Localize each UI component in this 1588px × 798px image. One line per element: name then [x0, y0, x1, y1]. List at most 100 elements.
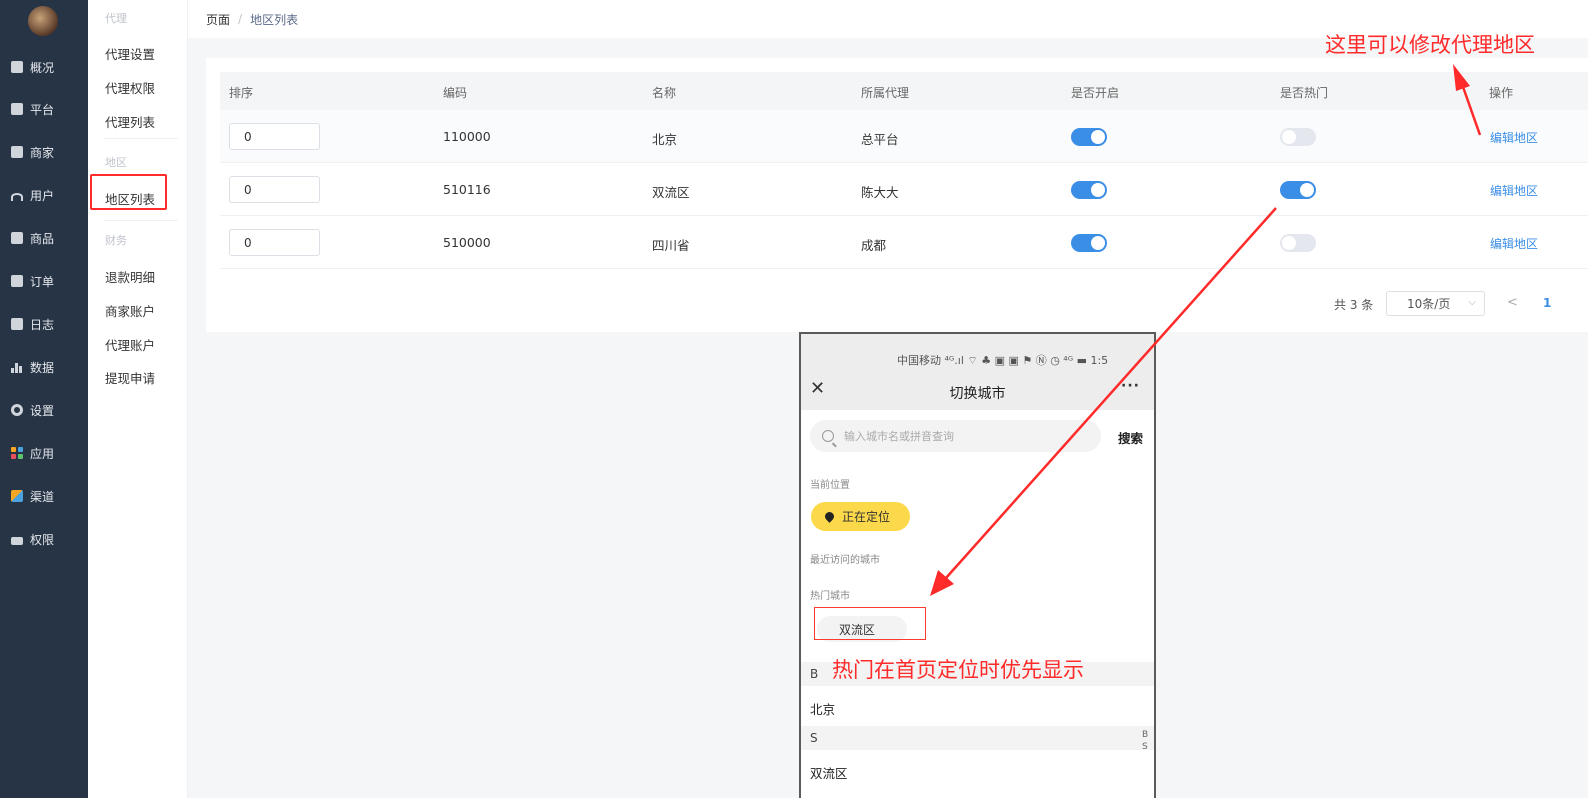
submenu-item-refund-detail[interactable]: 退款明细 [105, 267, 155, 286]
submenu-divider [104, 220, 178, 221]
hot-toggle[interactable] [1280, 181, 1316, 199]
mobile-preview: 中国移动 ⁴ᴳ.ıl ⌔ ♣ ▣ ▣ ⚑ Ⓝ ◷ ⁴ᴳ ▬ 1:5 ✕ 切换城市… [799, 332, 1156, 798]
hot-city-highlight-box [814, 607, 926, 640]
sidebar-item-label: 数据 [30, 360, 55, 375]
region-agent: 总平台 [861, 132, 899, 147]
user-icon [11, 193, 23, 201]
pagination-page-button[interactable]: 1 [1543, 296, 1551, 310]
locating-button[interactable]: 正在定位 [811, 502, 910, 531]
city-search-placeholder: 输入城市名或拼音查询 [844, 430, 954, 443]
page-size-select[interactable]: 10条/页 ⌵ [1386, 291, 1485, 316]
sidebar-item-overview[interactable]: 概况 [0, 52, 88, 82]
alphabet-index-item[interactable]: B [1142, 730, 1148, 741]
edit-region-link[interactable]: 编辑地区 [1490, 182, 1538, 199]
enabled-toggle[interactable] [1071, 234, 1107, 252]
sidebar-item-merchant[interactable]: 商家 [0, 137, 88, 167]
order-icon [11, 275, 23, 287]
locating-label: 正在定位 [842, 510, 891, 524]
city-search-input[interactable]: 输入城市名或拼音查询 [810, 420, 1101, 452]
recent-cities-label: 最近访问的城市 [810, 555, 880, 566]
gear-icon [11, 404, 23, 416]
chart-icon [11, 361, 23, 373]
pagination-prev-button[interactable]: < [1507, 295, 1518, 310]
hot-cities-label: 热门城市 [810, 591, 850, 602]
column-header-sort: 排序 [229, 86, 254, 100]
breadcrumb-separator: / [238, 12, 243, 26]
chevron-down-icon: ⌵ [1468, 297, 1476, 308]
submenu-item-agent-list[interactable]: 代理列表 [105, 112, 155, 131]
sidebar-item-order[interactable]: 订单 [0, 266, 88, 296]
enabled-toggle[interactable] [1071, 181, 1107, 199]
edit-region-link[interactable]: 编辑地区 [1490, 235, 1538, 252]
city-section-header: S [801, 726, 1154, 750]
breadcrumb-root[interactable]: 页面 [206, 11, 230, 28]
sidebar-item-label: 应用 [30, 446, 55, 461]
column-header-name: 名称 [652, 86, 677, 100]
page-size-value: 10条/页 [1407, 297, 1451, 311]
mobile-page-title: 切换城市 [949, 386, 1006, 402]
region-code: 510116 [443, 182, 491, 197]
submenu-item-merchant-account[interactable]: 商家账户 [105, 301, 155, 320]
row-divider [220, 268, 1588, 269]
annotation-edit-agent-region: 这里可以修改代理地区 [1325, 33, 1535, 57]
submenu-divider [104, 138, 178, 139]
log-icon [11, 318, 23, 330]
enabled-toggle[interactable] [1071, 128, 1107, 146]
sort-input[interactable] [229, 176, 320, 203]
hot-toggle[interactable] [1280, 234, 1316, 252]
submenu-group-region: 地区 [105, 156, 127, 169]
more-icon[interactable]: ··· [1121, 378, 1140, 394]
column-header-code: 编码 [443, 86, 468, 100]
region-name: 北京 [652, 132, 678, 147]
submenu-group-agent: 代理 [105, 12, 127, 25]
current-location-label: 当前位置 [810, 480, 850, 491]
region-code: 510000 [443, 235, 491, 250]
submenu-item-agent-account[interactable]: 代理账户 [105, 335, 155, 354]
sort-input[interactable] [229, 123, 320, 150]
submenu-item-agent-settings[interactable]: 代理设置 [105, 44, 155, 63]
sidebar-item-permission[interactable]: 权限 [0, 524, 88, 554]
channel-icon [11, 490, 23, 502]
sidebar-item-label: 设置 [30, 403, 55, 418]
lock-icon [11, 537, 23, 545]
sidebar-item-product[interactable]: 商品 [0, 223, 88, 253]
search-icon [822, 430, 834, 442]
region-list-highlight-box [90, 174, 167, 210]
sidebar-item-log[interactable]: 日志 [0, 309, 88, 339]
sidebar-item-label: 平台 [30, 102, 55, 117]
sidebar-item-label: 权限 [30, 532, 55, 547]
sidebar-item-settings[interactable]: 设置 [0, 395, 88, 425]
city-list-item[interactable]: 双流区 [810, 763, 848, 782]
city-list-item[interactable]: 北京 [810, 699, 835, 718]
secondary-menu: 代理 代理设置 代理权限 代理列表 地区 地区列表 财务 退款明细 商家账户 代… [88, 0, 188, 798]
annotation-hot-priority: 热门在首页定位时优先显示 [832, 658, 1084, 682]
edit-region-link[interactable]: 编辑地区 [1490, 129, 1538, 146]
sidebar-item-user[interactable]: 用户 [0, 180, 88, 210]
sidebar-item-data[interactable]: 数据 [0, 352, 88, 382]
row-divider [220, 215, 1588, 216]
sidebar-item-channel[interactable]: 渠道 [0, 481, 88, 511]
app-logo[interactable] [28, 6, 58, 36]
apps-icon [11, 447, 23, 459]
sidebar-item-label: 商家 [30, 145, 55, 160]
pagination-total: 共 3 条 [1334, 298, 1374, 312]
region-name: 四川省 [652, 238, 690, 253]
hot-toggle[interactable] [1280, 128, 1316, 146]
table-row [220, 110, 1588, 163]
sort-input[interactable] [229, 229, 320, 256]
region-agent: 陈大大 [861, 185, 899, 200]
search-button[interactable]: 搜索 [1118, 428, 1143, 447]
alphabet-index-item[interactable]: S [1142, 742, 1148, 753]
column-header-hot: 是否热门 [1280, 86, 1329, 100]
sidebar-item-platform[interactable]: 平台 [0, 94, 88, 124]
sidebar-item-label: 渠道 [30, 489, 55, 504]
sidebar-item-label: 概况 [30, 60, 55, 75]
monitor-icon [11, 103, 23, 115]
region-name: 双流区 [652, 185, 690, 200]
submenu-item-agent-permission[interactable]: 代理权限 [105, 78, 155, 97]
region-code: 110000 [443, 129, 491, 144]
sidebar-item-label: 商品 [30, 231, 55, 246]
sidebar-item-apps[interactable]: 应用 [0, 438, 88, 468]
submenu-item-withdraw-request[interactable]: 提现申请 [105, 368, 155, 387]
page-root: 概况 平台 商家 用户 商品 订单 日志 数据 设置 应用 渠道 权限 代理 代… [0, 0, 1588, 798]
